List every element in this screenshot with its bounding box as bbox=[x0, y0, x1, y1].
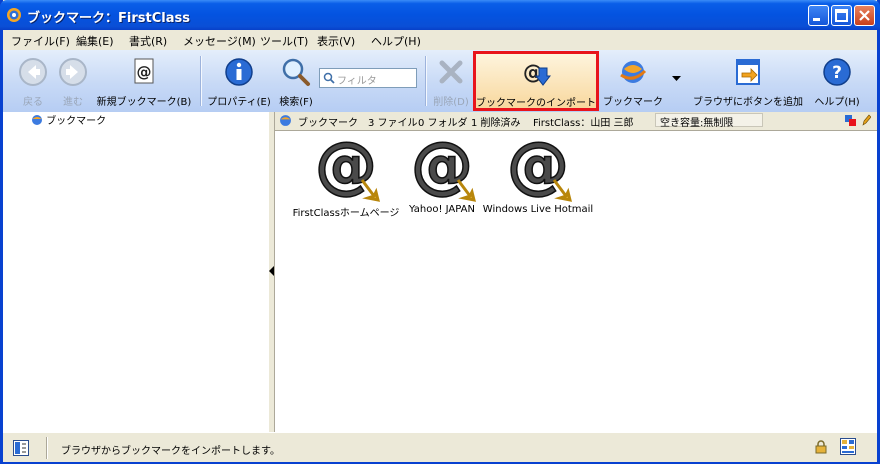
new-bookmark-label: 新規ブックマーク(B) bbox=[96, 97, 192, 108]
folder-info-bar: ブックマーク 3 ファイル 0 フォルダ 1 削除済み FirstClass：山… bbox=[275, 112, 877, 131]
title-bar[interactable]: ブックマーク：FirstClass bbox=[0, 0, 880, 30]
add-button-icon bbox=[736, 59, 760, 85]
bookmark-at-icon: @ bbox=[316, 136, 380, 202]
forward-button[interactable]: 進む bbox=[53, 53, 93, 109]
import-bookmarks-label: ブックマークのインポート bbox=[476, 98, 596, 109]
info-folder-count: 0 フォルダ bbox=[418, 118, 468, 129]
folder-tree-pane: ブックマーク bbox=[3, 112, 268, 432]
info-file-count: 3 ファイル bbox=[368, 118, 418, 129]
properties-label: プロパティ(E) bbox=[207, 97, 271, 108]
bookmark-item[interactable]: @ Windows Live Hotmail bbox=[483, 136, 593, 216]
close-icon bbox=[859, 10, 870, 21]
import-bookmark-icon: @ bbox=[523, 60, 551, 86]
status-bar: ブラウザからブックマークをインポートします。 bbox=[3, 432, 877, 462]
view-toggle-icon[interactable] bbox=[845, 115, 856, 126]
filter-search-icon bbox=[323, 72, 335, 84]
edit-pencil-icon[interactable] bbox=[861, 114, 871, 126]
panel-toggle-icon[interactable] bbox=[13, 440, 29, 456]
folder-globe-icon bbox=[280, 115, 291, 126]
forward-arrow-icon bbox=[59, 58, 87, 86]
import-bookmarks-button[interactable]: @ ブックマークのインポート bbox=[473, 51, 599, 111]
svg-text:@: @ bbox=[316, 136, 377, 201]
menu-format[interactable]: 書式(R) bbox=[129, 33, 167, 49]
firstclass-app-icon bbox=[7, 8, 21, 22]
collapse-left-arrow-icon[interactable] bbox=[269, 266, 274, 276]
menu-bar: ファイル(F) 編集(E) 書式(R) メッセージ(M) ツール(T) 表示(V… bbox=[3, 30, 877, 50]
toolbar-separator bbox=[200, 56, 202, 106]
help-label: ヘルプ(H) bbox=[814, 97, 860, 108]
help-button[interactable]: ? ヘルプ(H) bbox=[811, 53, 863, 109]
close-button[interactable] bbox=[854, 5, 875, 26]
svg-text:@: @ bbox=[412, 136, 473, 201]
status-separator bbox=[46, 437, 48, 459]
forward-label: 進む bbox=[63, 97, 83, 108]
delete-label: 削除(D) bbox=[433, 97, 469, 108]
delete-x-icon bbox=[439, 60, 463, 84]
bookmark-label: ブックマーク bbox=[603, 97, 663, 108]
new-bookmark-button[interactable]: @ 新規ブックマーク(B) bbox=[96, 53, 192, 109]
window-title: ブックマーク：FirstClass bbox=[27, 11, 190, 26]
toolbar: 戻る 進む @ 新規ブックマーク(B) プロパティ(E) 検索(F) フィルタ … bbox=[3, 50, 877, 113]
search-label: 検索(F) bbox=[279, 97, 313, 108]
back-button[interactable]: 戻る bbox=[13, 53, 53, 109]
properties-button[interactable]: プロパティ(E) bbox=[206, 53, 272, 109]
bookmarks-globe-icon bbox=[32, 115, 42, 125]
free-space-box: 空き容量:無制限 bbox=[655, 113, 763, 129]
maximize-button[interactable] bbox=[831, 5, 852, 26]
menu-help[interactable]: ヘルプ(H) bbox=[371, 33, 421, 49]
info-user: FirstClass：山田 三郎 bbox=[533, 118, 634, 129]
menu-view[interactable]: 表示(V) bbox=[317, 33, 355, 49]
toolbar-separator bbox=[425, 56, 427, 106]
info-icon bbox=[225, 58, 253, 86]
delete-button[interactable]: 削除(D) bbox=[431, 53, 471, 109]
layout-grid-icon[interactable] bbox=[840, 438, 856, 455]
bookmark-dropdown-arrow-icon[interactable] bbox=[672, 76, 681, 82]
tree-item-bookmarks[interactable]: ブックマーク bbox=[31, 112, 106, 127]
add-browser-button-button[interactable]: ブラウザにボタンを追加 bbox=[691, 53, 805, 109]
magnifier-icon bbox=[282, 58, 310, 86]
minimize-button[interactable] bbox=[808, 5, 829, 26]
add-browser-button-label: ブラウザにボタンを追加 bbox=[693, 97, 803, 108]
browser-globe-icon bbox=[620, 61, 647, 83]
back-arrow-icon bbox=[19, 58, 47, 86]
bookmark-list-pane: ブックマーク 3 ファイル 0 フォルダ 1 削除済み FirstClass：山… bbox=[275, 112, 877, 432]
svg-text:?: ? bbox=[832, 63, 842, 83]
info-deleted-count: 1 削除済み bbox=[471, 118, 521, 129]
search-button[interactable]: 検索(F) bbox=[275, 53, 317, 109]
svg-text:@: @ bbox=[137, 63, 152, 81]
menu-edit[interactable]: 編集(E) bbox=[76, 33, 114, 49]
minimize-icon bbox=[813, 18, 820, 21]
bookmark-at-icon: @ bbox=[508, 136, 572, 202]
pane-splitter[interactable] bbox=[268, 112, 275, 432]
bookmark-button[interactable]: ブックマーク bbox=[601, 53, 665, 109]
info-free-space: 空き容量:無制限 bbox=[660, 118, 734, 129]
lock-icon bbox=[815, 440, 827, 454]
svg-text:@: @ bbox=[508, 136, 569, 201]
menu-file[interactable]: ファイル(F) bbox=[11, 33, 70, 49]
maximize-icon bbox=[835, 9, 848, 22]
new-bookmark-icon: @ bbox=[134, 58, 154, 84]
help-question-icon: ? bbox=[823, 58, 851, 86]
tree-item-label: ブックマーク bbox=[46, 116, 107, 127]
menu-message[interactable]: メッセージ(M) bbox=[183, 33, 256, 49]
back-label: 戻る bbox=[23, 97, 43, 108]
app-window: ブックマーク：FirstClass ファイル(F) 編集(E) 書式(R) メッ… bbox=[0, 0, 880, 464]
bookmark-label: Windows Live Hotmail bbox=[482, 204, 594, 215]
info-folder-name: ブックマーク bbox=[298, 118, 358, 129]
filter-placeholder: フィルタ bbox=[337, 76, 377, 87]
menu-tools[interactable]: ツール(T) bbox=[260, 33, 308, 49]
status-text: ブラウザからブックマークをインポートします。 bbox=[61, 446, 280, 457]
filter-input[interactable]: フィルタ bbox=[319, 68, 417, 88]
bookmark-at-icon: @ bbox=[412, 136, 476, 202]
